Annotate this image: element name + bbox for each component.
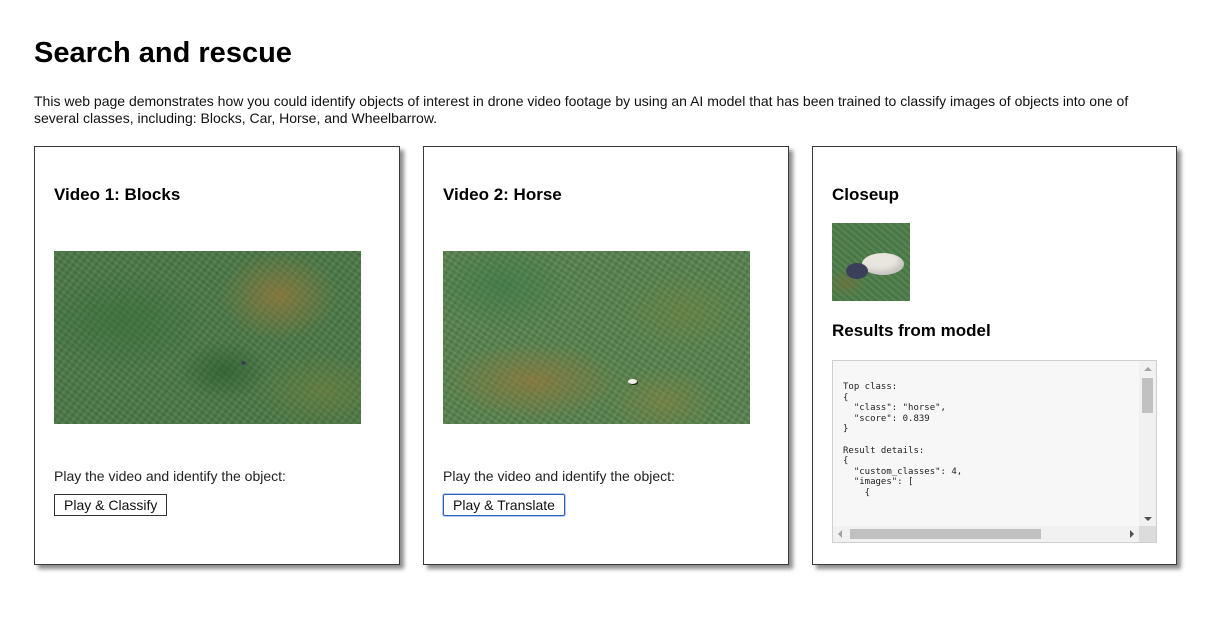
play-classify-button[interactable]: Play & Classify	[54, 494, 168, 516]
page-title: Search and rescue	[34, 37, 292, 69]
video-2-prompt: Play the video and identify the object:	[443, 468, 675, 484]
closeup-image	[832, 223, 910, 301]
vertical-scroll-thumb[interactable]	[1142, 378, 1153, 413]
vertical-scrollbar[interactable]	[1139, 361, 1156, 527]
results-textbox[interactable]: Top class: { "class": "horse", "score": …	[832, 360, 1157, 543]
video-1-title: Video 1: Blocks	[54, 185, 181, 204]
scroll-left-icon[interactable]	[838, 530, 842, 538]
intro-text: This web page demonstrates how you could…	[34, 93, 1129, 126]
horizontal-scroll-thumb[interactable]	[850, 529, 1041, 539]
results-json: Top class: { "class": "horse", "score": …	[843, 382, 963, 498]
closeup-panel: Closeup Results from model Top class: { …	[812, 146, 1177, 565]
scroll-corner	[1139, 526, 1156, 542]
closeup-title: Closeup	[832, 185, 900, 204]
video-2-panel: Video 2: Horse Play the video and identi…	[423, 146, 789, 565]
scroll-down-icon[interactable]	[1144, 517, 1152, 521]
scroll-right-icon[interactable]	[1130, 530, 1134, 538]
horse-head	[846, 263, 868, 279]
horizontal-scrollbar[interactable]	[833, 526, 1139, 542]
blocks-object	[241, 361, 246, 365]
video-2-title: Video 2: Horse	[443, 185, 562, 204]
results-title: Results from model	[832, 321, 991, 340]
video-1-player[interactable]	[54, 251, 361, 424]
video-1-panel: Video 1: Blocks Play the video and ident…	[34, 146, 400, 565]
horse-body	[862, 253, 904, 275]
video-2-player[interactable]	[443, 251, 750, 424]
horse-object	[628, 379, 637, 384]
play-translate-button[interactable]: Play & Translate	[443, 494, 565, 516]
scroll-up-icon[interactable]	[1144, 367, 1152, 371]
video-1-prompt: Play the video and identify the object:	[54, 468, 286, 484]
